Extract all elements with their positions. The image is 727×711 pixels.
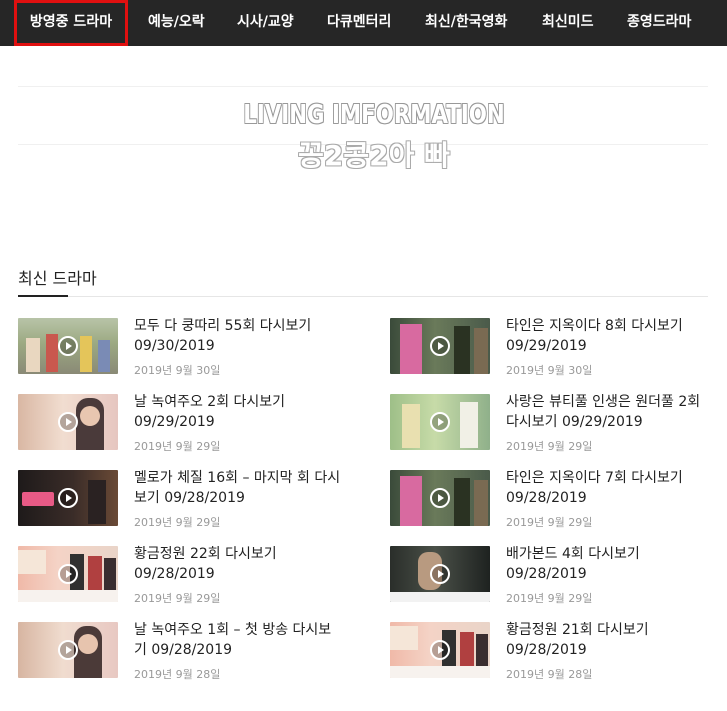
post-title[interactable]: 타인은 지옥이다 7회 다시보기 09/28/2019 — [506, 468, 716, 508]
post-date: 2019년 9월 29일 — [506, 440, 593, 453]
play-icon — [58, 564, 78, 584]
nav-item-airing-drama[interactable]: 방영중 드라마 — [14, 0, 128, 46]
post-title[interactable]: 타인은 지옥이다 8회 다시보기 09/29/2019 — [506, 316, 716, 356]
play-icon — [58, 640, 78, 660]
nav-item-current-affairs[interactable]: 시사/교양 — [237, 0, 294, 46]
play-icon — [430, 336, 450, 356]
play-icon — [58, 488, 78, 508]
nav-item-korean-movie[interactable]: 최신/한국영화 — [425, 0, 507, 46]
post-date: 2019년 9월 28일 — [134, 668, 221, 681]
post-title[interactable]: 날 녹여주오 1회 – 첫 방송 다시보기 09/28/2019 — [134, 620, 344, 660]
section-divider — [18, 296, 708, 297]
video-thumbnail[interactable] — [18, 622, 118, 678]
video-thumbnail[interactable] — [390, 470, 490, 526]
post-date: 2019년 9월 29일 — [134, 516, 221, 529]
video-thumbnail[interactable] — [18, 470, 118, 526]
section-title-underline — [18, 295, 68, 297]
video-thumbnail[interactable] — [390, 622, 490, 678]
banner-subtitle: 꽁2콩2아 빠 — [298, 139, 450, 172]
list-item[interactable]: 사랑은 뷰티풀 인생은 원더풀 2회 다시보기 09/29/2019 2019년… — [390, 394, 727, 456]
list-item[interactable]: 배가본드 4회 다시보기 09/28/2019 2019년 9월 29일 — [390, 546, 727, 608]
post-date: 2019년 9월 28일 — [506, 668, 593, 681]
play-icon — [430, 564, 450, 584]
video-thumbnail[interactable] — [390, 546, 490, 602]
section-title: 최신 드라마 — [18, 269, 97, 288]
post-title[interactable]: 사랑은 뷰티풀 인생은 원더풀 2회 다시보기 09/29/2019 — [506, 392, 716, 432]
post-title[interactable]: 멜로가 체질 16회 – 마지막 회 다시보기 09/28/2019 — [134, 468, 344, 508]
nav-item-ended-drama[interactable]: 종영드라마 — [627, 0, 691, 46]
post-title[interactable]: 날 녹여주오 2회 다시보기 09/29/2019 — [134, 392, 344, 432]
list-item[interactable]: 황금정원 22회 다시보기 09/28/2019 2019년 9월 29일 — [18, 546, 358, 608]
video-thumbnail[interactable] — [18, 546, 118, 602]
play-icon — [430, 412, 450, 432]
video-thumbnail[interactable] — [18, 394, 118, 450]
video-thumbnail[interactable] — [390, 394, 490, 450]
banner-divider — [18, 86, 708, 87]
list-item[interactable]: 모두 다 쿵따리 55회 다시보기 09/30/2019 2019년 9월 30… — [18, 318, 358, 380]
play-icon — [58, 336, 78, 356]
post-date: 2019년 9월 29일 — [134, 592, 221, 605]
list-item[interactable]: 날 녹여주오 2회 다시보기 09/29/2019 2019년 9월 29일 — [18, 394, 358, 456]
post-title[interactable]: 모두 다 쿵따리 55회 다시보기 09/30/2019 — [134, 316, 344, 356]
play-icon — [58, 412, 78, 432]
nav-item-variety[interactable]: 예능/오락 — [148, 0, 205, 46]
post-date: 2019년 9월 30일 — [134, 364, 221, 377]
list-item[interactable]: 멜로가 체질 16회 – 마지막 회 다시보기 09/28/2019 2019년… — [18, 470, 358, 532]
video-thumbnail[interactable] — [390, 318, 490, 374]
post-date: 2019년 9월 29일 — [134, 440, 221, 453]
post-title[interactable]: 황금정원 21회 다시보기 09/28/2019 — [506, 620, 716, 660]
post-date: 2019년 9월 30일 — [506, 364, 593, 377]
list-item[interactable]: 타인은 지옥이다 8회 다시보기 09/29/2019 2019년 9월 30일 — [390, 318, 727, 380]
banner-title: LIVING IMFORMATION — [243, 100, 505, 130]
play-icon — [430, 640, 450, 660]
post-date: 2019년 9월 29일 — [506, 592, 593, 605]
post-title[interactable]: 배가본드 4회 다시보기 09/28/2019 — [506, 544, 716, 584]
play-icon — [430, 488, 450, 508]
nav-item-documentary[interactable]: 다큐멘터리 — [327, 0, 391, 46]
post-date: 2019년 9월 29일 — [506, 516, 593, 529]
list-item[interactable]: 황금정원 21회 다시보기 09/28/2019 2019년 9월 28일 — [390, 622, 727, 684]
video-thumbnail[interactable] — [18, 318, 118, 374]
list-item[interactable]: 날 녹여주오 1회 – 첫 방송 다시보기 09/28/2019 2019년 9… — [18, 622, 358, 684]
nav-item-us-drama[interactable]: 최신미드 — [542, 0, 594, 46]
list-item[interactable]: 타인은 지옥이다 7회 다시보기 09/28/2019 2019년 9월 29일 — [390, 470, 727, 532]
top-navigation: 방영중 드라마 예능/오락 시사/교양 다큐멘터리 최신/한국영화 최신미드 종… — [0, 0, 727, 46]
post-title[interactable]: 황금정원 22회 다시보기 09/28/2019 — [134, 544, 344, 584]
